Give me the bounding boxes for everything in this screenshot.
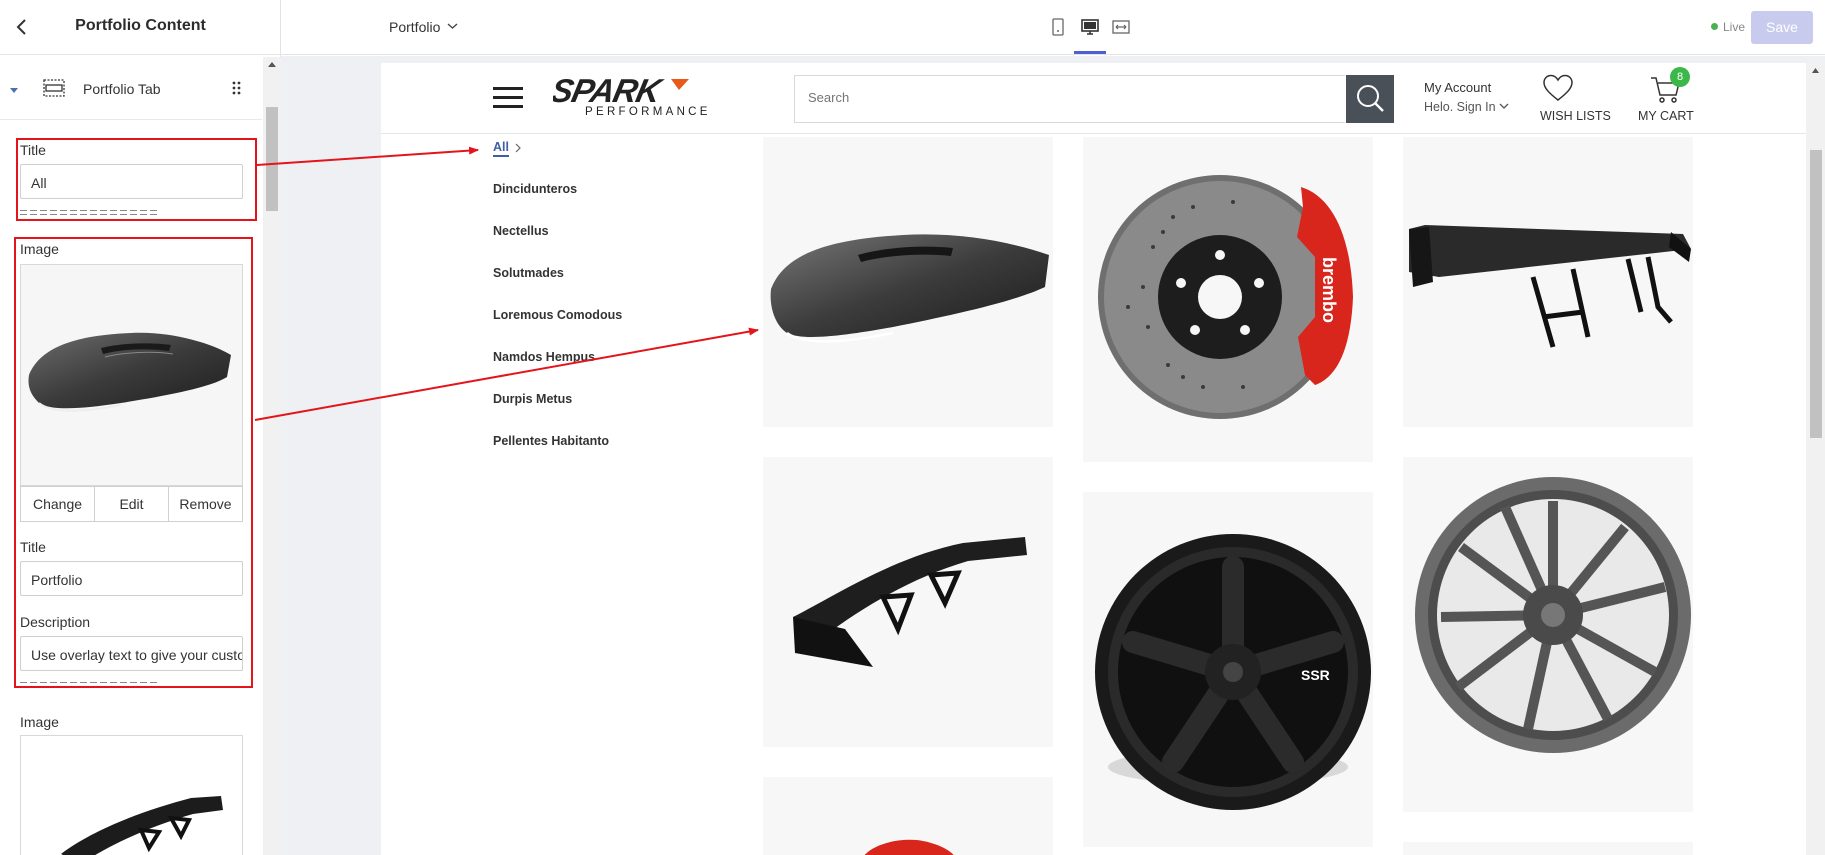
- active-device-indicator: [1074, 51, 1106, 54]
- item-image-label: Image: [20, 714, 59, 730]
- product-tile-red-part[interactable]: [763, 777, 1053, 855]
- wing-image: [61, 796, 223, 855]
- sign-in-link[interactable]: Helo. Sign In: [1424, 100, 1496, 114]
- scroll-up-icon[interactable]: [1811, 67, 1820, 74]
- caret-down-icon[interactable]: [9, 85, 19, 95]
- red-part-image: [864, 839, 954, 855]
- svg-text:SSR: SSR: [1301, 667, 1330, 683]
- drag-handle-icon[interactable]: [230, 80, 244, 96]
- chevron-right-icon: [515, 143, 521, 153]
- save-button[interactable]: Save: [1751, 11, 1813, 44]
- logo-wordmark: SPARK: [553, 74, 667, 110]
- chevron-down-icon[interactable]: [447, 22, 458, 30]
- wish-lists-link[interactable]: WISH LISTS: [1540, 109, 1611, 123]
- grey-wheel-image: [1415, 477, 1691, 753]
- sidebar-header: Portfolio Content: [0, 0, 281, 55]
- category-item[interactable]: Dincidunteros: [493, 182, 577, 196]
- page-selector[interactable]: Portfolio: [389, 19, 440, 35]
- section-label: Portfolio Tab: [83, 81, 161, 97]
- highlight-box: [16, 138, 257, 221]
- product-tile-carbon-wing[interactable]: [763, 457, 1053, 747]
- category-item[interactable]: Nectellus: [493, 224, 549, 238]
- live-status-label: Live: [1723, 20, 1746, 34]
- carbon-wing-image: [793, 537, 1027, 667]
- item-image-preview[interactable]: [20, 735, 243, 855]
- store-header: SPARK PERFORMANCE My Account Helo. Sign …: [381, 63, 1806, 134]
- rear-wing-image: [1409, 225, 1691, 348]
- chevron-down-icon[interactable]: [1499, 103, 1509, 110]
- section-layout-icon: [43, 79, 65, 97]
- cart-count-badge: 8: [1670, 67, 1690, 87]
- menu-icon[interactable]: [493, 86, 523, 108]
- highlight-box: [14, 237, 253, 688]
- hood-image: [770, 234, 1049, 343]
- black-wheel-image: SSR: [1095, 534, 1371, 810]
- fullwidth-icon[interactable]: [1112, 18, 1130, 36]
- product-tile-carbon-hood[interactable]: [763, 137, 1053, 427]
- preview-scrollbar[interactable]: [1806, 63, 1825, 855]
- product-tile-brembo-brake[interactable]: brembo: [1083, 137, 1373, 462]
- category-item[interactable]: Durpis Metus: [493, 392, 572, 406]
- portfolio-tab-section[interactable]: Portfolio Tab: [0, 70, 262, 120]
- category-item[interactable]: Loremous Comodous: [493, 308, 622, 322]
- product-tile-spoke-wheel[interactable]: [1403, 457, 1693, 812]
- scrollbar-thumb[interactable]: [266, 107, 278, 211]
- category-item[interactable]: Pellentes Habitanto: [493, 434, 609, 448]
- search-icon: [1357, 85, 1384, 112]
- search-button[interactable]: [1346, 75, 1394, 123]
- product-tile-rear-wing[interactable]: [1403, 137, 1693, 427]
- scroll-up-icon[interactable]: [267, 60, 277, 68]
- svg-text:brembo: brembo: [1319, 257, 1339, 323]
- logo-subtitle: PERFORMANCE: [585, 106, 711, 118]
- editor-sidebar: Portfolio Content Portfolio Tab Title Al…: [0, 0, 281, 855]
- brake-disc-image: brembo: [1098, 175, 1353, 419]
- sidebar-title: Portfolio Content: [75, 17, 206, 34]
- live-status-dot: [1711, 23, 1718, 30]
- category-all[interactable]: All: [493, 140, 509, 157]
- heart-icon[interactable]: [1543, 74, 1573, 102]
- scrollbar-thumb[interactable]: [1810, 150, 1822, 438]
- storefront-preview: SPARK PERFORMANCE My Account Helo. Sign …: [381, 63, 1806, 855]
- desktop-icon[interactable]: [1081, 18, 1099, 36]
- category-item[interactable]: Solutmades: [493, 266, 564, 280]
- top-toolbar: Portfolio Live Save: [281, 0, 1825, 55]
- category-item[interactable]: Namdos Hempus: [493, 350, 595, 364]
- product-tile-more[interactable]: [1403, 842, 1693, 855]
- mobile-icon[interactable]: [1049, 18, 1067, 36]
- my-cart-link[interactable]: MY CART: [1638, 109, 1694, 123]
- search-input[interactable]: [796, 90, 1196, 105]
- sidebar-scrollbar[interactable]: [263, 57, 281, 855]
- product-tile-ssr-wheel[interactable]: SSR: [1083, 492, 1373, 847]
- my-account-label[interactable]: My Account: [1424, 80, 1491, 95]
